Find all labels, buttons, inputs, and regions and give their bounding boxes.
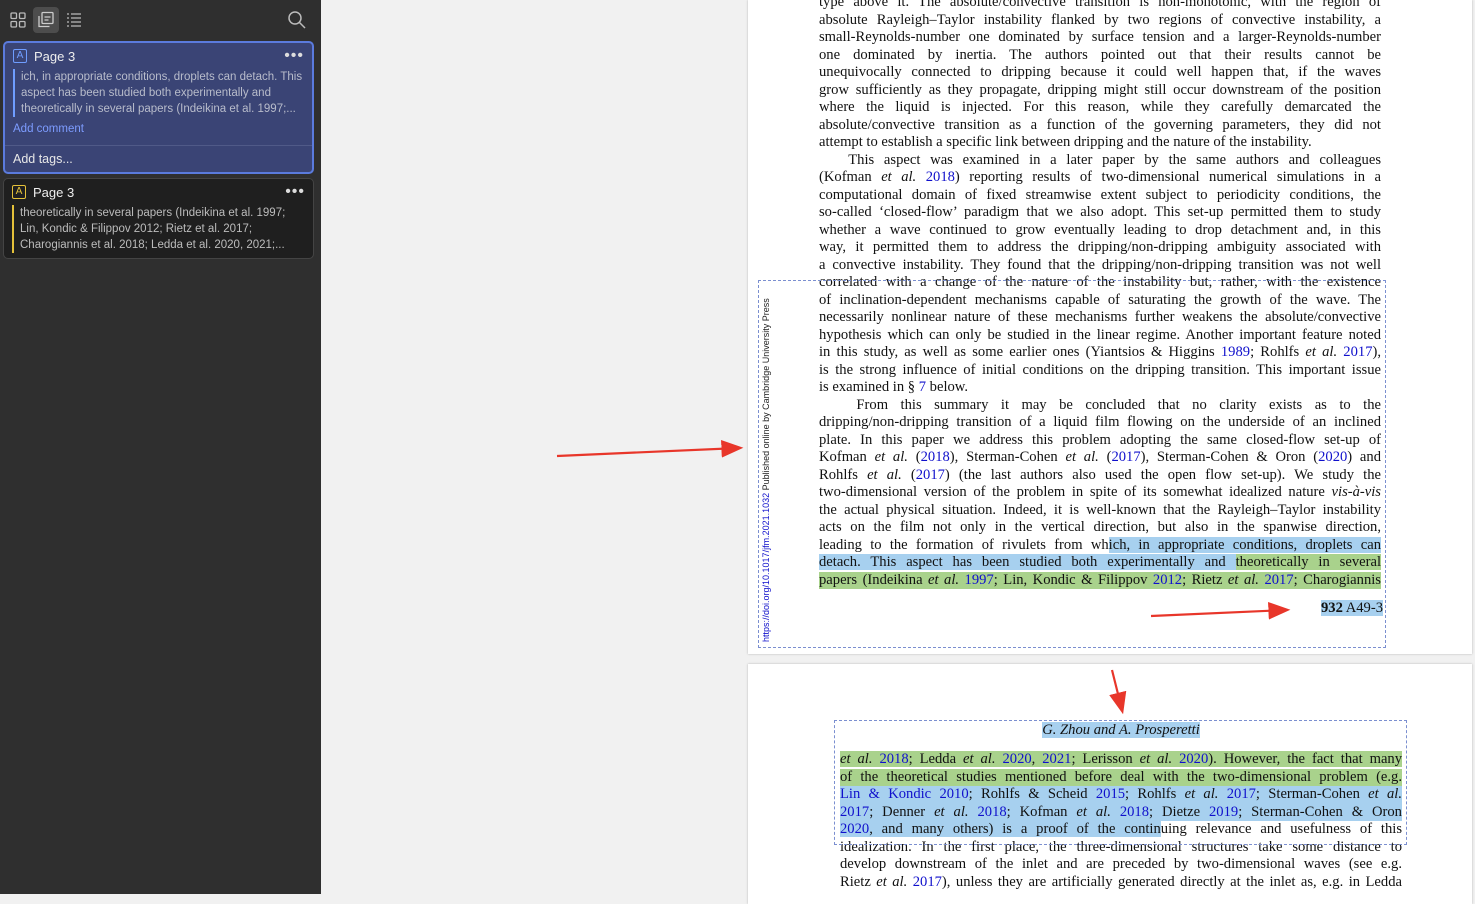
add-comment-link[interactable]: Add comment [5, 117, 312, 139]
highlight-annotation-icon: A [12, 185, 26, 199]
annotation-page-label: Page 3 [34, 48, 76, 64]
more-options-icon[interactable]: ••• [285, 184, 305, 200]
arrow [556, 439, 744, 458]
search-icon[interactable] [284, 7, 310, 33]
annotation-page-label: Page 3 [33, 184, 75, 200]
arrow [1109, 669, 1127, 715]
annotation-arrows [556, 439, 1291, 715]
outline-icon[interactable] [61, 7, 87, 33]
annotation-card[interactable]: A Page 3 ••• theoretically in several pa… [3, 178, 314, 259]
annotations-icon[interactable] [33, 7, 59, 33]
more-options-icon[interactable]: ••• [284, 48, 304, 64]
annotations-sidebar: A Page 3 ••• ich, in appropriate conditi… [0, 0, 321, 894]
arrow [1150, 601, 1291, 620]
annotation-snippet: ich, in appropriate conditions, droplets… [13, 69, 304, 117]
grid-icon[interactable] [5, 7, 31, 33]
add-tags-link[interactable]: Add tags... [5, 146, 312, 174]
highlight-annotation-icon: A [13, 49, 27, 63]
annotation-snippet: theoretically in several papers (Indeiki… [12, 205, 305, 253]
annotation-card[interactable]: A Page 3 ••• ich, in appropriate conditi… [3, 41, 314, 174]
pdf-viewer[interactable]: type above it. The absolute/convective t… [321, 0, 1475, 904]
